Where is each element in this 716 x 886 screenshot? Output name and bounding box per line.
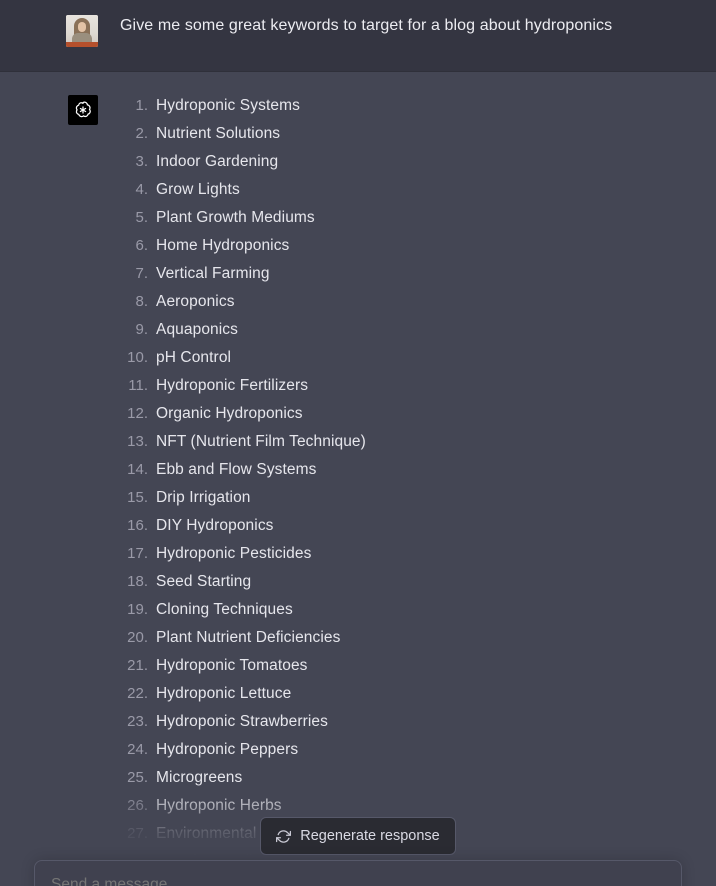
list-item: 9. Aquaponics (120, 316, 696, 344)
list-item-number: 10. (127, 349, 148, 366)
list-item-number: 16. (127, 517, 148, 534)
list-item: 7. Vertical Farming (120, 260, 696, 288)
list-item-label: Home Hydroponics (156, 237, 290, 254)
list-item: 11. Hydroponic Fertilizers (120, 372, 696, 400)
list-item-label: Indoor Gardening (156, 153, 279, 170)
list-item-label: Cloning Techniques (156, 601, 293, 618)
list-item: 25. Microgreens (120, 764, 696, 792)
list-item-label: Hydroponic Systems (156, 97, 300, 114)
list-item: 1. Hydroponic Systems (120, 92, 696, 120)
list-item-label: Hydroponic Herbs (156, 797, 282, 814)
list-item-label: Hydroponic Tomatoes (156, 657, 308, 674)
avatar (66, 15, 98, 47)
list-item-number: 24. (127, 741, 148, 758)
list-item-number: 4. (135, 181, 148, 198)
list-item-label: Nutrient Solutions (156, 125, 281, 142)
list-item: 4. Grow Lights (120, 176, 696, 204)
list-item-number: 15. (127, 489, 148, 506)
list-item-label: Plant Nutrient Deficiencies (156, 629, 341, 646)
list-item-label: Grow Lights (156, 181, 240, 198)
list-item: 2. Nutrient Solutions (120, 120, 696, 148)
list-item-number: 25. (127, 769, 148, 786)
refresh-icon (276, 829, 292, 844)
list-item-number: 21. (127, 657, 148, 674)
list-item-number: 26. (127, 797, 148, 814)
list-item: 13. NFT (Nutrient Film Technique) (120, 428, 696, 456)
list-item: 5. Plant Growth Mediums (120, 204, 696, 232)
list-item-label: Drip Irrigation (156, 489, 251, 506)
list-item: 23. Hydroponic Strawberries (120, 708, 696, 736)
list-item-label: DIY Hydroponics (156, 517, 274, 534)
list-item-label: Aeroponics (156, 293, 235, 310)
list-item: 22. Hydroponic Lettuce (120, 680, 696, 708)
list-item-number: 9. (135, 321, 148, 338)
regenerate-response-label: Regenerate response (300, 828, 440, 844)
list-item: 26. Hydroponic Herbs (120, 792, 696, 820)
list-item: 6. Home Hydroponics (120, 232, 696, 260)
chat-app: Give me some great keywords to target fo… (0, 0, 716, 886)
list-item-number: 18. (127, 573, 148, 590)
list-item: 12. Organic Hydroponics (120, 400, 696, 428)
list-item-label: Vertical Farming (156, 265, 270, 282)
assistant-answer: 1. Hydroponic Systems 2. Nutrient Solution… (120, 92, 716, 876)
list-item-label: Hydroponic Lettuce (156, 685, 292, 702)
list-item-label: Hydroponic Peppers (156, 741, 299, 758)
openai-logo-icon (68, 95, 98, 125)
list-item: 21. Hydroponic Tomatoes (120, 652, 696, 680)
keyword-list: 1. Hydroponic Systems 2. Nutrient Solution… (120, 92, 696, 876)
user-avatar-container (0, 14, 120, 47)
assistant-message-row: 1. Hydroponic Systems 2. Nutrient Solution… (0, 72, 716, 886)
list-item: 19. Cloning Techniques (120, 596, 696, 624)
list-item-label: Hydroponic Strawberries (156, 713, 329, 730)
list-item-label: NFT (Nutrient Film Technique) (156, 433, 366, 450)
list-item-label: Plant Growth Mediums (156, 209, 315, 226)
list-item-number: 1. (135, 97, 148, 114)
composer-box[interactable] (34, 860, 682, 886)
list-item: 14. Ebb and Flow Systems (120, 456, 696, 484)
list-item-number: 2. (135, 125, 148, 142)
regenerate-button-container: Regenerate response (0, 817, 716, 855)
list-item: 18. Seed Starting (120, 568, 696, 596)
list-item-label: Organic Hydroponics (156, 405, 303, 422)
list-item-label: Microgreens (156, 769, 243, 786)
list-item: 3. Indoor Gardening (120, 148, 696, 176)
list-item-number: 7. (135, 265, 148, 282)
regenerate-response-button[interactable]: Regenerate response (260, 817, 456, 855)
list-item: 17. Hydroponic Pesticides (120, 540, 696, 568)
message-input[interactable] (51, 876, 611, 886)
list-item-label: Aquaponics (156, 321, 239, 338)
list-item-number: 12. (127, 405, 148, 422)
list-item: 20. Plant Nutrient Deficiencies (120, 624, 696, 652)
list-item-number: 11. (128, 377, 148, 394)
list-item-number: 3. (135, 153, 148, 170)
list-item: 10. pH Control (120, 344, 696, 372)
list-item-number: 19. (127, 601, 148, 618)
list-item-number: 14. (127, 461, 148, 478)
user-message-text: Give me some great keywords to target fo… (120, 17, 613, 34)
list-item-label: Ebb and Flow Systems (156, 461, 317, 478)
list-item-number: 23. (127, 713, 148, 730)
list-item-label: Hydroponic Pesticides (156, 545, 312, 562)
list-item-label: Seed Starting (156, 573, 252, 590)
list-item: 15. Drip Irrigation (120, 484, 696, 512)
list-item-number: 20. (127, 629, 148, 646)
list-item: 16. DIY Hydroponics (120, 512, 696, 540)
list-item-number: 5. (135, 209, 148, 226)
list-item-label: pH Control (156, 349, 232, 366)
assistant-avatar-container (0, 92, 120, 125)
composer-area (0, 855, 716, 886)
list-item-number: 8. (135, 293, 148, 310)
user-message-row: Give me some great keywords to target fo… (0, 0, 716, 72)
list-item-number: 17. (127, 545, 148, 562)
list-item-number: 22. (127, 685, 148, 702)
list-item: 8. Aeroponics (120, 288, 696, 316)
list-item-number: 13. (127, 433, 148, 450)
list-item-label: Hydroponic Fertilizers (156, 377, 309, 394)
list-item-number: 6. (135, 237, 148, 254)
list-item: 24. Hydroponic Peppers (120, 736, 696, 764)
